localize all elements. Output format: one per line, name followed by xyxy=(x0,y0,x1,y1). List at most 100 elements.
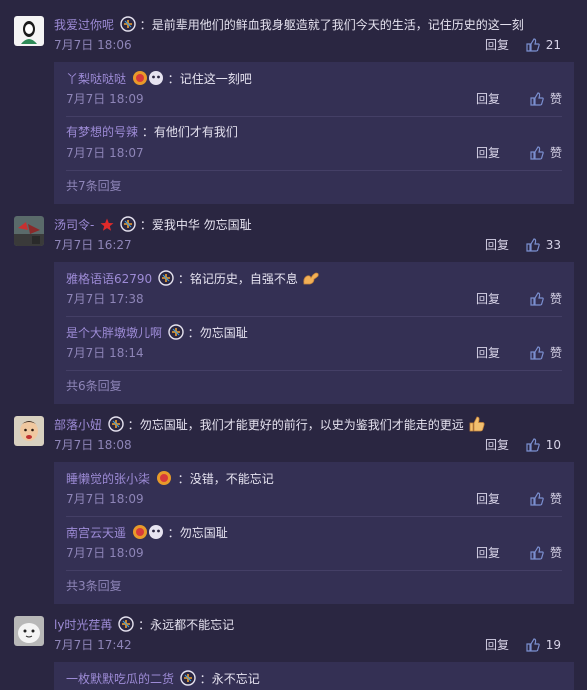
thumbs-up-emoji-icon xyxy=(468,416,486,432)
comment-username[interactable]: 我爱过你呢 xyxy=(54,18,114,32)
reply-list: 睡懒觉的张小柒 ：没错，不能忘记 7月7日 18:09 回复 赞 南宫云天遥 ：… xyxy=(54,462,574,604)
reply-button[interactable]: 回复 xyxy=(476,146,500,160)
level-badge-icon xyxy=(168,324,184,340)
comment-text: 勿忘国耻，我们才能更好的前行，以史为鉴我们才能走的更远 xyxy=(139,418,464,432)
reply-list: 丫梨哒哒哒 ：记住这一刻吧 7月7日 18:09 回复 赞 有梦想的号辣 ：有他… xyxy=(54,62,574,204)
reply-time: 7月7日 17:38 xyxy=(66,292,144,306)
comment-text: 爱我中华 勿忘国耻 xyxy=(151,218,252,232)
reply-button[interactable]: 回复 xyxy=(485,38,509,52)
comment-username[interactable]: 汤司令- xyxy=(54,218,94,232)
reply-username[interactable]: 雅格语语62790 xyxy=(66,272,152,286)
like-count: 10 xyxy=(545,438,561,452)
reply-time: 7月7日 18:07 xyxy=(66,146,144,160)
reply-text: 有他们才有我们 xyxy=(153,125,238,139)
reply-button[interactable]: 回复 xyxy=(476,92,500,106)
more-replies-link[interactable]: 共6条回复 xyxy=(66,379,122,393)
like-button[interactable]: 21 xyxy=(526,38,561,52)
reply-username[interactable]: 睡懒觉的张小柒 xyxy=(66,472,150,486)
like-label: 赞 xyxy=(549,546,562,560)
level-badge-icon xyxy=(108,416,124,432)
reply-button[interactable]: 回复 xyxy=(476,346,500,360)
like-button[interactable]: 19 xyxy=(526,638,561,652)
reply-time: 7月7日 18:14 xyxy=(66,346,144,360)
like-count: 19 xyxy=(545,638,561,652)
divider xyxy=(66,370,562,371)
like-label: 赞 xyxy=(549,146,562,160)
vip-badge-icon xyxy=(132,524,164,540)
reply-username[interactable]: 是个大胖墩墩儿啊 xyxy=(66,326,162,340)
reply-username[interactable]: 丫梨哒哒哒 xyxy=(66,72,126,86)
comment-item: 我爱过你呢 ：是前辈用他们的鲜血我身躯造就了我们今天的生活，记住历史的这一刻 7… xyxy=(0,16,587,206)
level-badge-icon xyxy=(120,16,136,32)
reply-button[interactable]: 回复 xyxy=(485,438,509,452)
avatar[interactable] xyxy=(14,16,44,46)
like-button[interactable]: 赞 xyxy=(530,546,562,560)
level-badge-icon xyxy=(120,216,136,232)
level-badge-icon xyxy=(180,670,196,686)
thumbs-up-icon xyxy=(530,346,544,360)
reply-time: 7月7日 18:09 xyxy=(66,492,144,506)
thumbs-up-icon xyxy=(530,292,544,306)
reply-text: 没错，不能忘记 xyxy=(189,472,274,486)
divider xyxy=(66,570,562,571)
comment-username[interactable]: 部落小妞 xyxy=(54,418,102,432)
vip-badge-icon xyxy=(156,470,174,486)
reply-list: 雅格语语62790 ：铭记历史，自强不息 7月7日 17:38 回复 赞 是个大… xyxy=(54,262,574,404)
comment-item: 部落小妞 ：勿忘国耻，我们才能更好的前行，以史为鉴我们才能走的更远 7月7日 1… xyxy=(0,416,587,606)
thumbs-up-icon xyxy=(526,238,540,252)
reply-button[interactable]: 回复 xyxy=(476,546,500,560)
comment-item: ly时光荏苒 ：永远都不能忘记 7月7日 17:42 回复 19 一枚默默吃瓜的… xyxy=(0,616,587,690)
like-button[interactable]: 赞 xyxy=(530,92,562,106)
level-badge-icon xyxy=(158,270,174,286)
reply-username[interactable]: 一枚默默吃瓜的二货 xyxy=(66,672,174,686)
comment-text: 是前辈用他们的鲜血我身躯造就了我们今天的生活，记住历史的这一刻 xyxy=(151,18,524,32)
reply-text: 勿忘国耻 xyxy=(199,326,248,340)
comment-time: 7月7日 18:08 xyxy=(54,438,132,452)
thumbs-up-icon xyxy=(526,38,540,52)
reply-button[interactable]: 回复 xyxy=(485,638,509,652)
more-replies-link[interactable]: 共3条回复 xyxy=(66,579,122,593)
reply-button[interactable]: 回复 xyxy=(485,238,509,252)
level-badge-icon xyxy=(118,616,134,632)
like-label: 赞 xyxy=(549,492,562,506)
like-button[interactable]: 赞 xyxy=(530,292,562,306)
like-button[interactable]: 赞 xyxy=(530,146,562,160)
comment-username[interactable]: ly时光荏苒 xyxy=(54,618,112,632)
avatar[interactable] xyxy=(14,616,44,646)
more-replies-link[interactable]: 共7条回复 xyxy=(66,179,122,193)
like-button[interactable]: 10 xyxy=(526,438,561,452)
comment-item: 汤司令- ：爱我中华 勿忘国耻 7月7日 16:27 回复 33 雅格语语627… xyxy=(0,216,587,406)
thumbs-up-icon xyxy=(526,438,540,452)
like-count: 21 xyxy=(545,38,561,52)
thumbs-up-icon xyxy=(526,638,540,652)
reply-text: 永不忘记 xyxy=(211,672,260,686)
like-button[interactable]: 赞 xyxy=(530,492,562,506)
reply-button[interactable]: 回复 xyxy=(476,492,500,506)
reply-list: 一枚默默吃瓜的二货 ：永不忘记 xyxy=(54,662,574,690)
reply-button[interactable]: 回复 xyxy=(476,292,500,306)
reply-time: 7月7日 18:09 xyxy=(66,546,144,560)
comment-time: 7月7日 16:27 xyxy=(54,238,132,252)
reply-text: 记住这一刻吧 xyxy=(179,72,252,86)
divider xyxy=(66,116,562,117)
reply-text: 铭记历史，自强不息 xyxy=(189,272,298,286)
thumbs-up-icon xyxy=(530,92,544,106)
divider xyxy=(66,316,562,317)
like-label: 赞 xyxy=(549,346,562,360)
reply-username[interactable]: 南宫云天遥 xyxy=(66,526,126,540)
reply-time: 7月7日 18:09 xyxy=(66,92,144,106)
comment-time: 7月7日 18:06 xyxy=(54,38,132,52)
reply-username[interactable]: 有梦想的号辣 xyxy=(66,125,138,139)
like-button[interactable]: 赞 xyxy=(530,346,562,360)
like-button[interactable]: 33 xyxy=(526,238,561,252)
comment-time: 7月7日 17:42 xyxy=(54,638,132,652)
comment-text: 永远都不能忘记 xyxy=(150,618,235,632)
divider xyxy=(66,170,562,171)
like-count: 33 xyxy=(545,238,561,252)
like-label: 赞 xyxy=(549,292,562,306)
avatar[interactable] xyxy=(14,216,44,246)
thumbs-up-icon xyxy=(530,146,544,160)
avatar[interactable] xyxy=(14,416,44,446)
divider xyxy=(66,516,562,517)
like-label: 赞 xyxy=(549,92,562,106)
